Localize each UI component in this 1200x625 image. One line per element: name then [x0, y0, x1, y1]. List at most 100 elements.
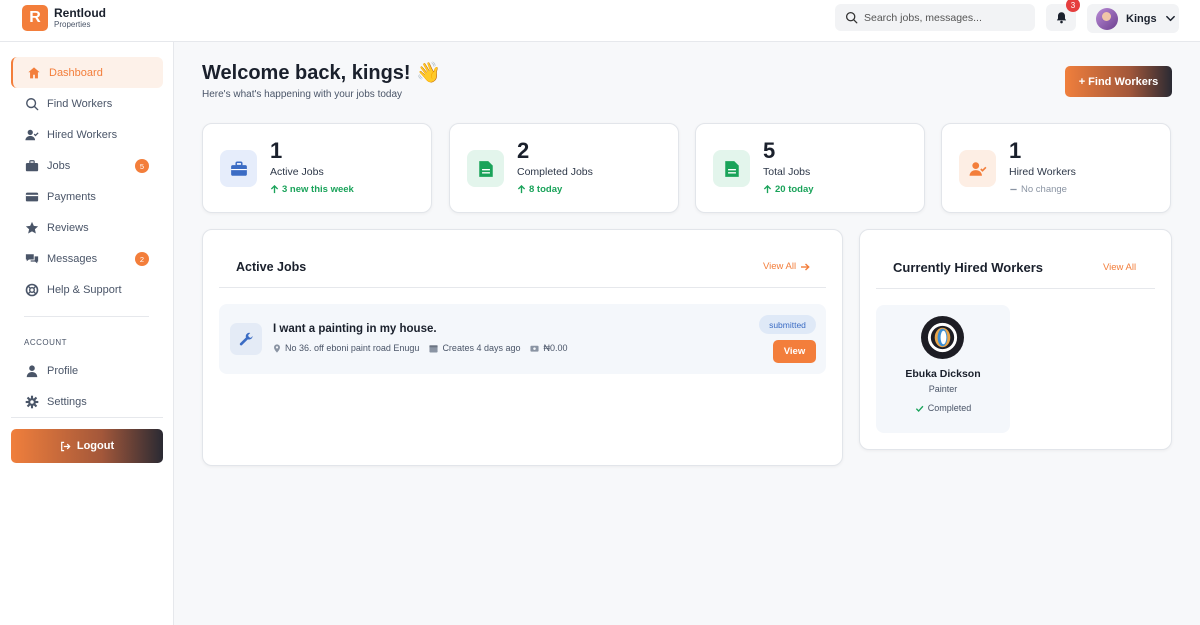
panel-divider	[876, 288, 1155, 289]
sidebar-item-label: Messages	[47, 252, 98, 265]
sidebar-item-label: Settings	[47, 395, 87, 408]
brand-letter: R	[29, 9, 41, 26]
dash-icon	[1010, 188, 1017, 191]
user-icon	[26, 364, 38, 377]
chevron-down-icon	[1165, 15, 1175, 22]
sidebar-item-label: Dashboard	[49, 66, 103, 79]
hired-workers-panel: Currently Hired Workers View All Ebuka D…	[859, 229, 1172, 450]
home-icon	[28, 66, 40, 78]
stat-icon-box	[467, 150, 504, 187]
job-location: No 36. off eboni paint road Enugu	[285, 343, 420, 353]
job-icon-box	[230, 323, 262, 355]
star-icon	[25, 221, 39, 234]
stat-label: Hired Workers	[1009, 166, 1076, 178]
top-bar: R Rentloud Properties 3 Kings	[0, 0, 1200, 42]
money-icon	[530, 345, 540, 352]
panel-divider	[219, 287, 826, 288]
brand-logo[interactable]: R	[22, 5, 48, 31]
active-jobs-panel: Active Jobs View All I want a painting i…	[202, 229, 843, 466]
account-section-label: ACCOUNT	[24, 338, 68, 347]
sidebar-divider	[24, 316, 149, 317]
active-jobs-title: Active Jobs	[236, 260, 307, 274]
stat-label: Completed Jobs	[517, 166, 593, 178]
sidebar-item-help-support[interactable]: Help & Support	[11, 274, 163, 305]
lifebuoy-icon	[25, 283, 39, 296]
stat-trend-text: No change	[1021, 184, 1067, 195]
location-pin-icon	[274, 343, 280, 353]
worker-role: Painter	[928, 384, 958, 394]
view-all-label: View All	[763, 261, 797, 272]
stat-trend: 3 new this week	[270, 184, 354, 195]
status-badge: submitted	[759, 315, 816, 334]
bell-icon	[1056, 12, 1066, 24]
briefcase-icon	[25, 159, 39, 171]
document-icon	[724, 160, 739, 177]
sidebar-item-profile[interactable]: Profile	[11, 355, 163, 386]
sidebar-item-hired-workers[interactable]: Hired Workers	[11, 119, 163, 150]
active-jobs-view-all-link[interactable]: View All	[763, 261, 810, 272]
sidebar-item-find-workers[interactable]: Find Workers	[11, 88, 163, 119]
document-icon	[478, 160, 493, 177]
view-all-label: View All	[1103, 262, 1137, 273]
sidebar-item-label: Find Workers	[47, 97, 113, 110]
sidebar-item-label: Hired Workers	[47, 128, 118, 141]
user-check-icon	[969, 161, 986, 176]
sidebar-item-settings[interactable]: Settings	[11, 386, 163, 417]
logout-label: Logout	[76, 440, 115, 452]
calendar-icon	[429, 344, 438, 353]
sidebar-item-label: Reviews	[47, 221, 89, 234]
notifications-badge: 3	[1066, 0, 1080, 12]
job-title: I want a painting in my house.	[273, 323, 437, 335]
hired-workers-view-all-link[interactable]: View All	[1103, 262, 1136, 273]
find-workers-button[interactable]: + Find Workers	[1065, 66, 1172, 97]
sidebar-divider	[11, 417, 163, 418]
stat-label: Active Jobs	[270, 166, 324, 178]
logout-icon	[60, 441, 71, 451]
sidebar-item-messages[interactable]: Messages 2	[11, 243, 163, 274]
arrow-up-icon	[270, 185, 279, 194]
search-icon	[26, 97, 39, 110]
brand-name: Rentloud	[54, 6, 106, 20]
avatar	[1096, 7, 1118, 30]
sidebar: Dashboard Find Workers Hired Workers Job…	[0, 42, 174, 625]
worker-status-text: Completed	[927, 403, 972, 413]
stat-card-completed-jobs: 2 Completed Jobs 8 today	[449, 123, 679, 213]
search-box[interactable]	[835, 4, 1035, 31]
stat-value: 1	[1009, 138, 1022, 163]
sidebar-item-payments[interactable]: Payments	[11, 181, 163, 212]
stat-value: 5	[763, 138, 776, 163]
stat-icon-box	[959, 150, 996, 187]
stat-trend-text: 3 new this week	[282, 184, 354, 195]
user-check-icon	[25, 129, 39, 140]
sidebar-item-label: Jobs	[47, 159, 71, 172]
stat-trend-text: 20 today	[775, 184, 814, 195]
arrow-right-icon	[801, 262, 810, 271]
sidebar-item-reviews[interactable]: Reviews	[11, 212, 163, 243]
worker-name: Ebuka Dickson	[905, 368, 981, 380]
arrow-up-icon	[517, 185, 526, 194]
sidebar-item-dashboard[interactable]: Dashboard	[11, 57, 163, 88]
page-subtitle: Here's what's happening with your jobs t…	[202, 89, 403, 100]
stat-trend: No change	[1009, 184, 1067, 195]
view-job-button[interactable]: View	[773, 340, 816, 363]
stat-value: 1	[270, 138, 283, 163]
user-menu[interactable]: Kings	[1087, 4, 1179, 33]
page-title: Welcome back, kings! 👋	[202, 62, 442, 84]
stat-value: 2	[517, 138, 530, 163]
search-input[interactable]	[864, 11, 1024, 24]
sidebar-item-jobs[interactable]: Jobs 5	[11, 150, 163, 181]
job-row[interactable]: I want a painting in my house. No 36. of…	[219, 304, 826, 374]
search-icon	[845, 11, 858, 24]
worker-card[interactable]: Ebuka Dickson Painter Completed	[876, 305, 1010, 433]
sidebar-item-label: Help & Support	[47, 283, 122, 296]
user-name: Kings	[1126, 12, 1157, 25]
wallet-icon	[25, 192, 39, 201]
jobs-count-badge: 5	[135, 159, 149, 173]
wrench-icon	[239, 332, 253, 345]
stat-icon-box	[713, 150, 750, 187]
stat-trend: 8 today	[517, 184, 562, 195]
stat-card-active-jobs: 1 Active Jobs 3 new this week	[202, 123, 432, 213]
stat-trend-text: 8 today	[529, 184, 563, 195]
job-amount: ₦0.00	[543, 343, 568, 353]
logout-button[interactable]: Logout	[11, 429, 163, 463]
